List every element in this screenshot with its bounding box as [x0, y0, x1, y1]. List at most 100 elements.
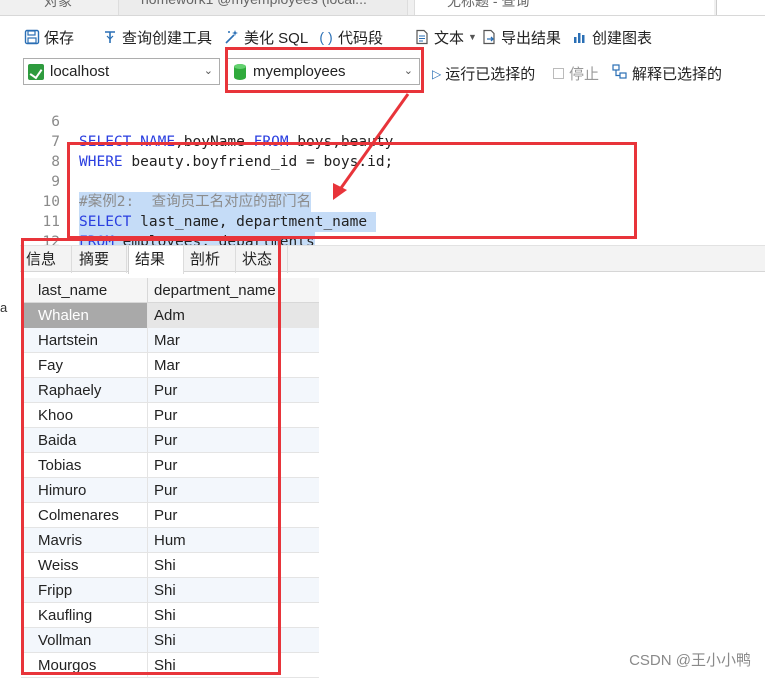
run-selected-label: 运行已选择的 [445, 66, 536, 83]
create-chart-label: 创建图表 [592, 29, 653, 47]
beautify-sql-button[interactable]: 美化 SQL [224, 26, 308, 48]
tab-profile[interactable]: 剖析 [184, 246, 236, 273]
cell-last-name[interactable]: Mourgos [21, 653, 148, 678]
stop-button[interactable]: 停止 [553, 63, 599, 84]
cell-department-name[interactable]: Pur [148, 503, 319, 528]
code-snippet-label: 代码段 [338, 29, 384, 47]
cell-last-name[interactable]: Baida [21, 428, 148, 453]
export-result-button[interactable]: 导出结果 [481, 26, 561, 48]
code-line: SELECT NAME,boyName FROM boys,beauty [79, 134, 394, 150]
editor-line: 8 [0, 132, 60, 170]
cell-last-name[interactable]: Hartstein [21, 328, 148, 353]
table-row[interactable]: Fripp Shi [21, 578, 319, 603]
chevron-down-icon: ⌄ [203, 65, 213, 77]
code-line: WHERE beauty.boyfriend_id = boys.id; [79, 154, 394, 170]
connection-select[interactable]: localhost ⌄ [23, 58, 220, 85]
column-header-department-name[interactable]: department_name [148, 278, 319, 303]
cell-last-name[interactable]: Vollman [21, 628, 148, 653]
table-row[interactable]: Hartstein Mar [21, 328, 319, 353]
explain-selected-button[interactable]: 解释已选择的 [612, 63, 722, 84]
export-result-label: 导出结果 [501, 29, 562, 47]
table-row[interactable]: Fay Mar [21, 353, 319, 378]
chart-icon [572, 29, 588, 45]
cell-last-name[interactable]: Kaufling [21, 603, 148, 628]
table-row[interactable]: Weiss Shi [21, 553, 319, 578]
text-mode-button[interactable]: 文本 ▼ [414, 26, 477, 48]
query-builder-button[interactable]: 查询创建工具 [102, 26, 212, 48]
save-label: 保存 [44, 29, 75, 47]
tab-untitled-query[interactable]: 无标题 - 查询 [414, 0, 714, 15]
play-icon: ▷ [432, 66, 442, 81]
cell-last-name[interactable]: Raphaely [21, 378, 148, 403]
builder-icon [102, 29, 118, 45]
cell-department-name[interactable]: Shi [148, 628, 319, 653]
parentheses-icon: ( ) [319, 29, 333, 45]
code-line: SELECT last_name, department_name [79, 212, 376, 232]
database-select[interactable]: myemployees ⌄ [227, 58, 420, 85]
cell-department-name[interactable]: Pur [148, 453, 319, 478]
text-mode-label: 文本 [434, 29, 465, 47]
table-row[interactable]: Kaufling Shi [21, 603, 319, 628]
cell-department-name[interactable]: Hum [148, 528, 319, 553]
cell-last-name[interactable]: Weiss [21, 553, 148, 578]
cell-department-name[interactable]: Shi [148, 578, 319, 603]
table-row[interactable]: Himuro Pur [21, 478, 319, 503]
table-row[interactable]: Colmenares Pur [21, 503, 319, 528]
table-row[interactable]: Mavris Hum [21, 528, 319, 553]
cell-department-name[interactable]: Shi [148, 603, 319, 628]
save-button[interactable]: 保存 [24, 26, 74, 48]
tab-info[interactable]: 信息 [20, 246, 72, 273]
cell-department-name[interactable]: Mar [148, 328, 319, 353]
tab-summary[interactable]: 摘要 [73, 246, 127, 273]
database-value: myemployees [253, 63, 346, 80]
stop-icon [553, 68, 564, 79]
stop-label: 停止 [569, 66, 600, 83]
tab-status[interactable]: 状态 [236, 246, 288, 273]
connection-bar: localhost ⌄ myemployees ⌄ ▷ 运行已选择的 停止 解释… [0, 55, 765, 91]
table-row[interactable]: Vollman Shi [21, 628, 319, 653]
tab-homework[interactable]: homework1 @myemployees (local... [118, 0, 408, 15]
cell-last-name[interactable]: Khoo [21, 403, 148, 428]
cell-department-name[interactable]: Pur [148, 403, 319, 428]
cell-last-name[interactable]: Tobias [21, 453, 148, 478]
export-icon [481, 29, 497, 45]
cell-last-name[interactable]: Fay [21, 353, 148, 378]
sql-editor[interactable]: 6 SELECT NAME,boyName FROM boys,beauty 7… [0, 92, 765, 272]
table-row[interactable]: Tobias Pur [21, 453, 319, 478]
editor-line: 9 #案例2: 查询员工名对应的部门名 [0, 152, 312, 212]
sparkle-icon [224, 29, 240, 45]
code-snippet-button[interactable]: ( ) 代码段 [318, 26, 383, 48]
table-row[interactable]: Baida Pur [21, 428, 319, 453]
cell-department-name[interactable]: Pur [148, 428, 319, 453]
cell-department-name[interactable]: Shi [148, 653, 319, 678]
tab-strip-blank [716, 0, 765, 15]
cell-department-name[interactable]: Pur [148, 478, 319, 503]
grid-header: last_name department_name [21, 278, 319, 303]
cell-department-name[interactable]: Mar [148, 353, 319, 378]
tab-result-1[interactable]: 结果 1 [128, 246, 184, 295]
table-row[interactable]: Raphaely Pur [21, 378, 319, 403]
table-row[interactable]: Whalen Adm [21, 303, 319, 328]
query-toolbar: 保存 查询创建工具 美化 SQL ( ) 代码段 文本 ▼ 导出结果 创建图表 [0, 17, 765, 55]
beautify-sql-label: 美化 SQL [244, 29, 309, 47]
create-chart-button[interactable]: 创建图表 [572, 26, 652, 48]
editor-line: 12 WHERE employees.`department_id`= depa… [0, 212, 612, 272]
cell-last-name[interactable]: Colmenares [21, 503, 148, 528]
run-selected-button[interactable]: ▷ 运行已选择的 [432, 63, 535, 84]
table-row[interactable]: Mourgos Shi [21, 653, 319, 678]
save-icon [24, 29, 40, 45]
editor-line: 7 WHERE beauty.boyfriend_id = boys.id; [0, 112, 393, 170]
cell-department-name[interactable]: Shi [148, 553, 319, 578]
editor-line: 11 FROM employees, departments [0, 192, 315, 252]
watermark: CSDN @王小小鸭 [629, 652, 751, 669]
cell-last-name[interactable]: Fripp [21, 578, 148, 603]
cell-last-name[interactable]: Mavris [21, 528, 148, 553]
cell-department-name[interactable]: Pur [148, 378, 319, 403]
table-row[interactable]: Khoo Pur [21, 403, 319, 428]
cell-last-name[interactable]: Whalen [21, 303, 148, 328]
column-header-last-name[interactable]: last_name [21, 278, 148, 303]
tab-objects[interactable]: 对象 [44, 0, 72, 15]
cell-last-name[interactable]: Himuro [21, 478, 148, 503]
result-tab-bar: 信息 摘要 结果 1 剖析 状态 [20, 245, 765, 295]
cell-department-name[interactable]: Adm [148, 303, 319, 328]
